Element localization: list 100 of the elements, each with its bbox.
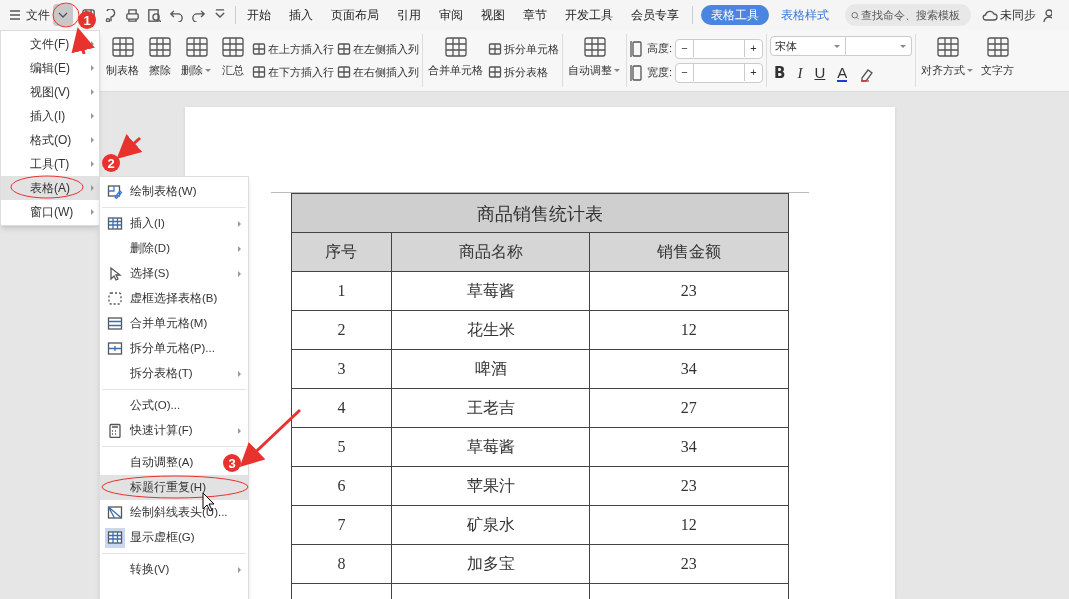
ribbon-button[interactable]: 自动调整 xyxy=(566,30,623,91)
calculator-icon xyxy=(107,423,123,438)
field-label: 高度: xyxy=(647,41,673,57)
table-cell: 23 xyxy=(589,544,788,584)
menu-item[interactable]: 转换(V) xyxy=(100,557,248,582)
tab[interactable]: 章节 xyxy=(514,6,556,24)
table-cell: 3 xyxy=(291,349,392,389)
font-color-button[interactable]: A xyxy=(837,65,848,82)
table-cell: 8 xyxy=(291,544,392,584)
size-icon xyxy=(630,39,644,58)
diagonal-header-icon xyxy=(107,505,123,520)
ribbon-button[interactable]: 在下方插入行 xyxy=(252,63,334,80)
column-header: 序号 xyxy=(291,232,392,272)
bold-button[interactable]: B xyxy=(774,62,786,85)
ribbon-button[interactable]: 删除 xyxy=(179,30,214,91)
app-menu-label[interactable]: 文件 xyxy=(26,6,50,24)
menu-item[interactable]: 显示虚框(G) xyxy=(100,525,201,550)
ribbon-button[interactable]: 制表格 xyxy=(104,30,141,91)
table-icon xyxy=(219,34,247,60)
pointer-arrow xyxy=(239,408,302,468)
ribbon-button[interactable]: 合并单元格 xyxy=(426,30,485,91)
menu-item[interactable]: 绘制斜线表头(U)... xyxy=(100,500,234,525)
ribbon-button[interactable]: 汇总 xyxy=(217,30,249,91)
ribbon-button[interactable]: 在右侧插入列 xyxy=(337,63,419,80)
ribbon-button[interactable]: 在上方插入行 xyxy=(252,41,334,58)
menu-item[interactable]: 自动调整(A) xyxy=(100,450,200,475)
search-field[interactable]: 查找命令、搜索模板 xyxy=(845,4,971,26)
dropdown-button[interactable] xyxy=(53,4,73,26)
menu-item[interactable]: 选择(S) xyxy=(100,261,248,286)
caret-icon xyxy=(898,42,908,51)
font-name: 宋体 xyxy=(775,39,798,54)
ribbon-button[interactable]: 拆分单元格 xyxy=(488,41,559,58)
submenu-arrow-icon xyxy=(90,64,95,72)
menu-item[interactable]: 合并单元格(M) xyxy=(100,311,214,336)
menu-item[interactable]: 拆分表格(T) xyxy=(100,361,248,386)
table-icon xyxy=(146,34,174,60)
ribbon-button[interactable]: 文字方 xyxy=(979,30,1017,91)
menu-item[interactable]: 快速计算(F) xyxy=(100,418,248,443)
split-cells-icon xyxy=(107,341,123,356)
table-icon xyxy=(337,42,351,57)
table-icon xyxy=(252,64,266,79)
minus-button[interactable]: − xyxy=(676,40,695,57)
italic-button[interactable]: I xyxy=(797,62,803,85)
menu-item[interactable]: 删除(D) xyxy=(100,236,248,261)
draw-table-icon xyxy=(107,184,123,199)
menu-item[interactable]: 插入(I) xyxy=(100,211,248,236)
underline-button[interactable]: U xyxy=(814,62,826,85)
menu-item[interactable]: 编辑(E) xyxy=(1,56,99,80)
tab[interactable]: 表格样式 xyxy=(777,6,833,24)
menu-item[interactable]: 窗口(W) xyxy=(1,200,99,224)
menu-item[interactable]: 公式(O)... xyxy=(100,393,187,418)
menu-item[interactable]: 虚框选择表格(B) xyxy=(100,286,224,311)
tab[interactable]: 审阅 xyxy=(430,6,472,24)
menu-item[interactable]: 视图(V) xyxy=(1,80,99,104)
user-icon xyxy=(1042,7,1052,23)
menu-item[interactable]: 表格(A) xyxy=(1,176,99,200)
table-cell: 23 xyxy=(589,466,788,506)
table-cell: 1 xyxy=(291,271,392,311)
print-preview-icon xyxy=(148,8,161,22)
tab[interactable]: 插入 xyxy=(280,6,322,24)
sync-status[interactable]: 未同步 xyxy=(1000,6,1036,24)
menu-item[interactable]: 插入(I) xyxy=(1,104,99,128)
number-spinner[interactable]: − + xyxy=(675,38,764,59)
table-icon xyxy=(337,64,351,79)
plus-button[interactable]: + xyxy=(744,64,763,81)
size-icon xyxy=(630,63,644,82)
ribbon-button[interactable]: 在左侧插入列 xyxy=(337,41,419,58)
table-cell: 5 xyxy=(291,427,392,467)
table-cell: 苹果汁 xyxy=(391,466,590,506)
number-spinner[interactable]: − + xyxy=(675,62,764,83)
table-cell: 34 xyxy=(589,349,788,389)
menu-item[interactable]: 绘制表格(W) xyxy=(100,179,203,204)
tab[interactable]: 开始 xyxy=(238,6,280,24)
table-icon xyxy=(252,42,266,57)
tab[interactable]: 表格工具 xyxy=(701,5,769,25)
tab[interactable]: 开发工具 xyxy=(556,6,622,24)
caret-icon xyxy=(832,42,842,51)
ribbon-button[interactable]: 拆分表格 xyxy=(488,63,559,80)
menu-item[interactable]: 拆分单元格(P)... xyxy=(100,336,221,361)
table-cell: 12 xyxy=(589,505,788,545)
tab[interactable]: 会员专享 xyxy=(622,6,688,24)
table-cell: 27 xyxy=(589,388,788,428)
font-dropdown[interactable]: 宋体 xyxy=(770,36,847,57)
minus-button[interactable]: − xyxy=(676,64,695,81)
ribbon-button[interactable]: 对齐方式 xyxy=(919,30,977,91)
plus-button[interactable]: + xyxy=(744,40,763,57)
ribbon-button[interactable]: 擦除 xyxy=(144,30,176,91)
menu-item[interactable]: 格式(O) xyxy=(1,128,99,152)
tab[interactable]: 页面布局 xyxy=(322,6,388,24)
submenu-arrow-icon xyxy=(90,88,95,96)
tab[interactable]: 引用 xyxy=(388,6,430,24)
table-cell: 加多宝 xyxy=(391,544,590,584)
cursor-icon xyxy=(107,266,123,281)
tab[interactable]: 视图 xyxy=(472,6,514,24)
menu-item[interactable]: 文件(F) xyxy=(1,32,99,56)
submenu-arrow-icon xyxy=(90,112,95,120)
table-cell: 草莓酱 xyxy=(391,271,590,311)
font-size-dropdown[interactable] xyxy=(846,36,913,57)
table-cell: 34 xyxy=(589,427,788,467)
menu-item[interactable]: 工具(T) xyxy=(1,152,99,176)
